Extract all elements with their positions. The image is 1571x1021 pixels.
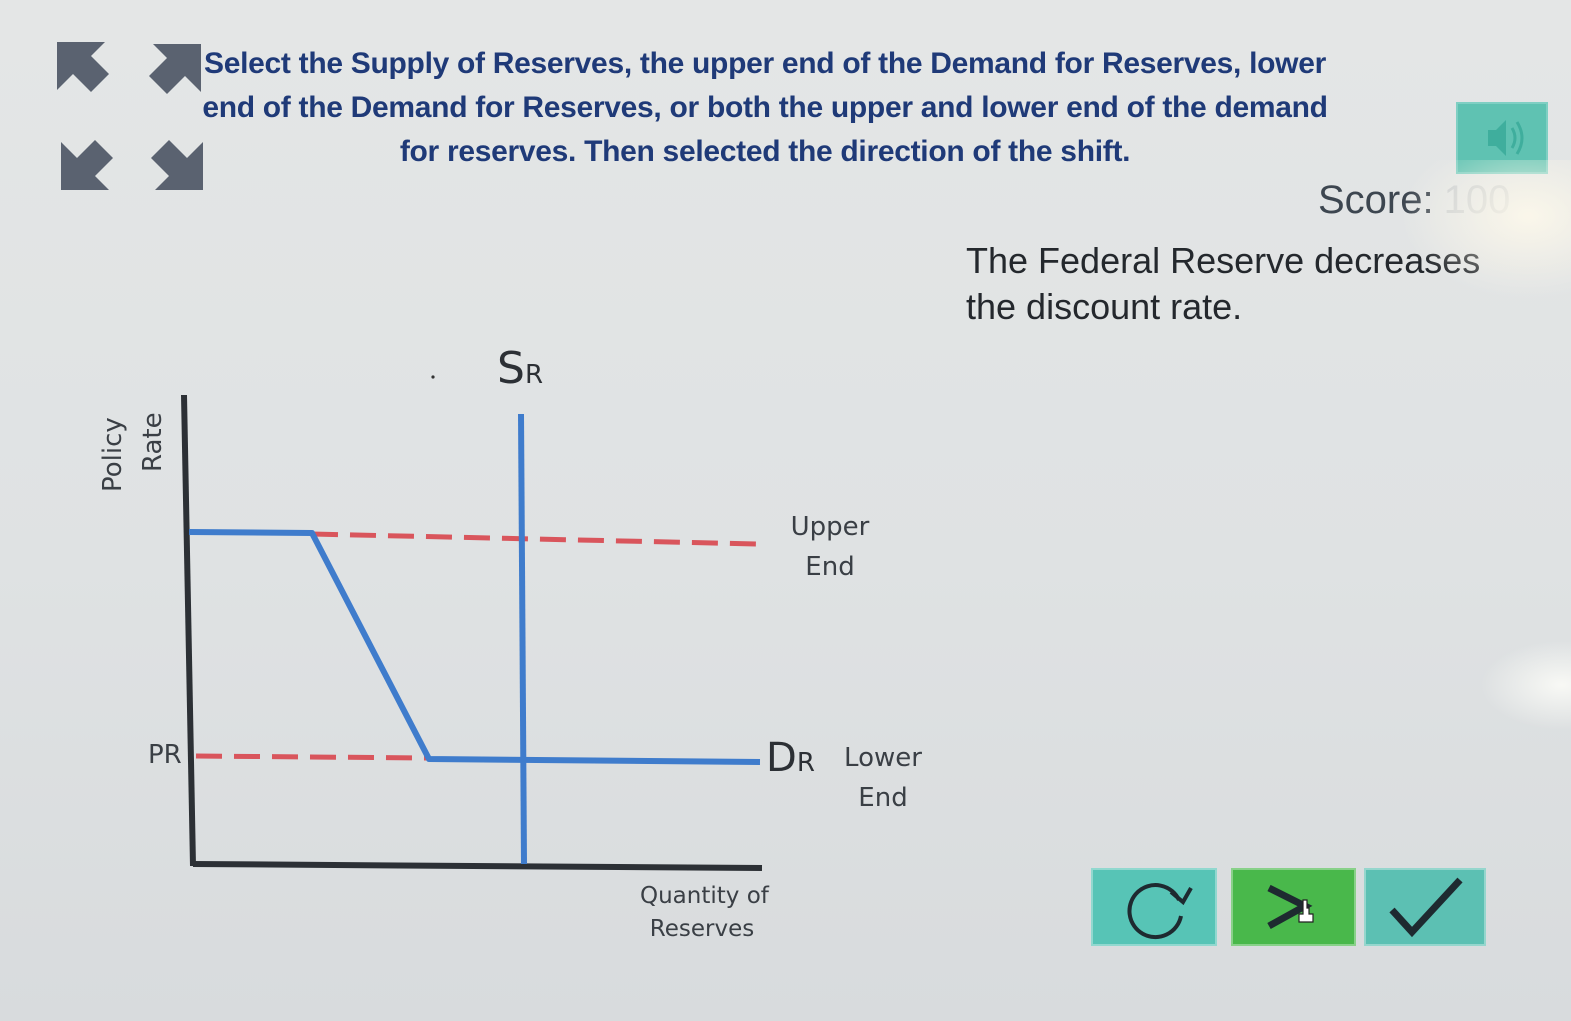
x-axis-label-line2: Reserves [649,916,755,942]
demand-label[interactable]: DR [766,735,815,781]
upper-end-line1: Upper [790,512,870,542]
supply-label[interactable]: SR [497,343,543,394]
next-icon [1267,884,1314,930]
policy-rate-label: PR [148,740,182,770]
x-axis-label: Quantity of Reserves [640,880,769,946]
demand-curve[interactable] [188,529,761,765]
policy-rate-dashed-line [195,753,429,761]
y-axis-label-line1: Policy [98,417,128,492]
lower-end-line2: End [858,783,908,813]
check-answer-button[interactable] [1364,868,1486,946]
upper-end-line2: End [805,552,855,582]
lower-end-line1: Lower [844,743,922,773]
supply-curve[interactable] [518,413,527,865]
supply-label-main: S [497,343,525,394]
y-axis-label-line2: Rate [138,412,168,472]
x-axis [192,861,763,871]
supply-label-sub: R [524,360,544,390]
checkmark-icon [1389,877,1463,938]
reset-button[interactable] [1091,868,1217,946]
upper-end-dashed-line [311,531,758,547]
dot-mark [431,375,435,379]
y-axis-label: Policy Rate [98,400,178,495]
y-axis [181,394,196,867]
lower-end-label[interactable]: Lower End [843,738,923,818]
demand-label-main: D [766,735,797,781]
upper-end-label[interactable]: Upper End [790,507,870,587]
demand-label-sub: R [796,748,815,778]
reset-icon [1127,883,1193,939]
x-axis-label-line1: Quantity of [640,883,769,909]
next-button[interactable] [1231,868,1356,946]
